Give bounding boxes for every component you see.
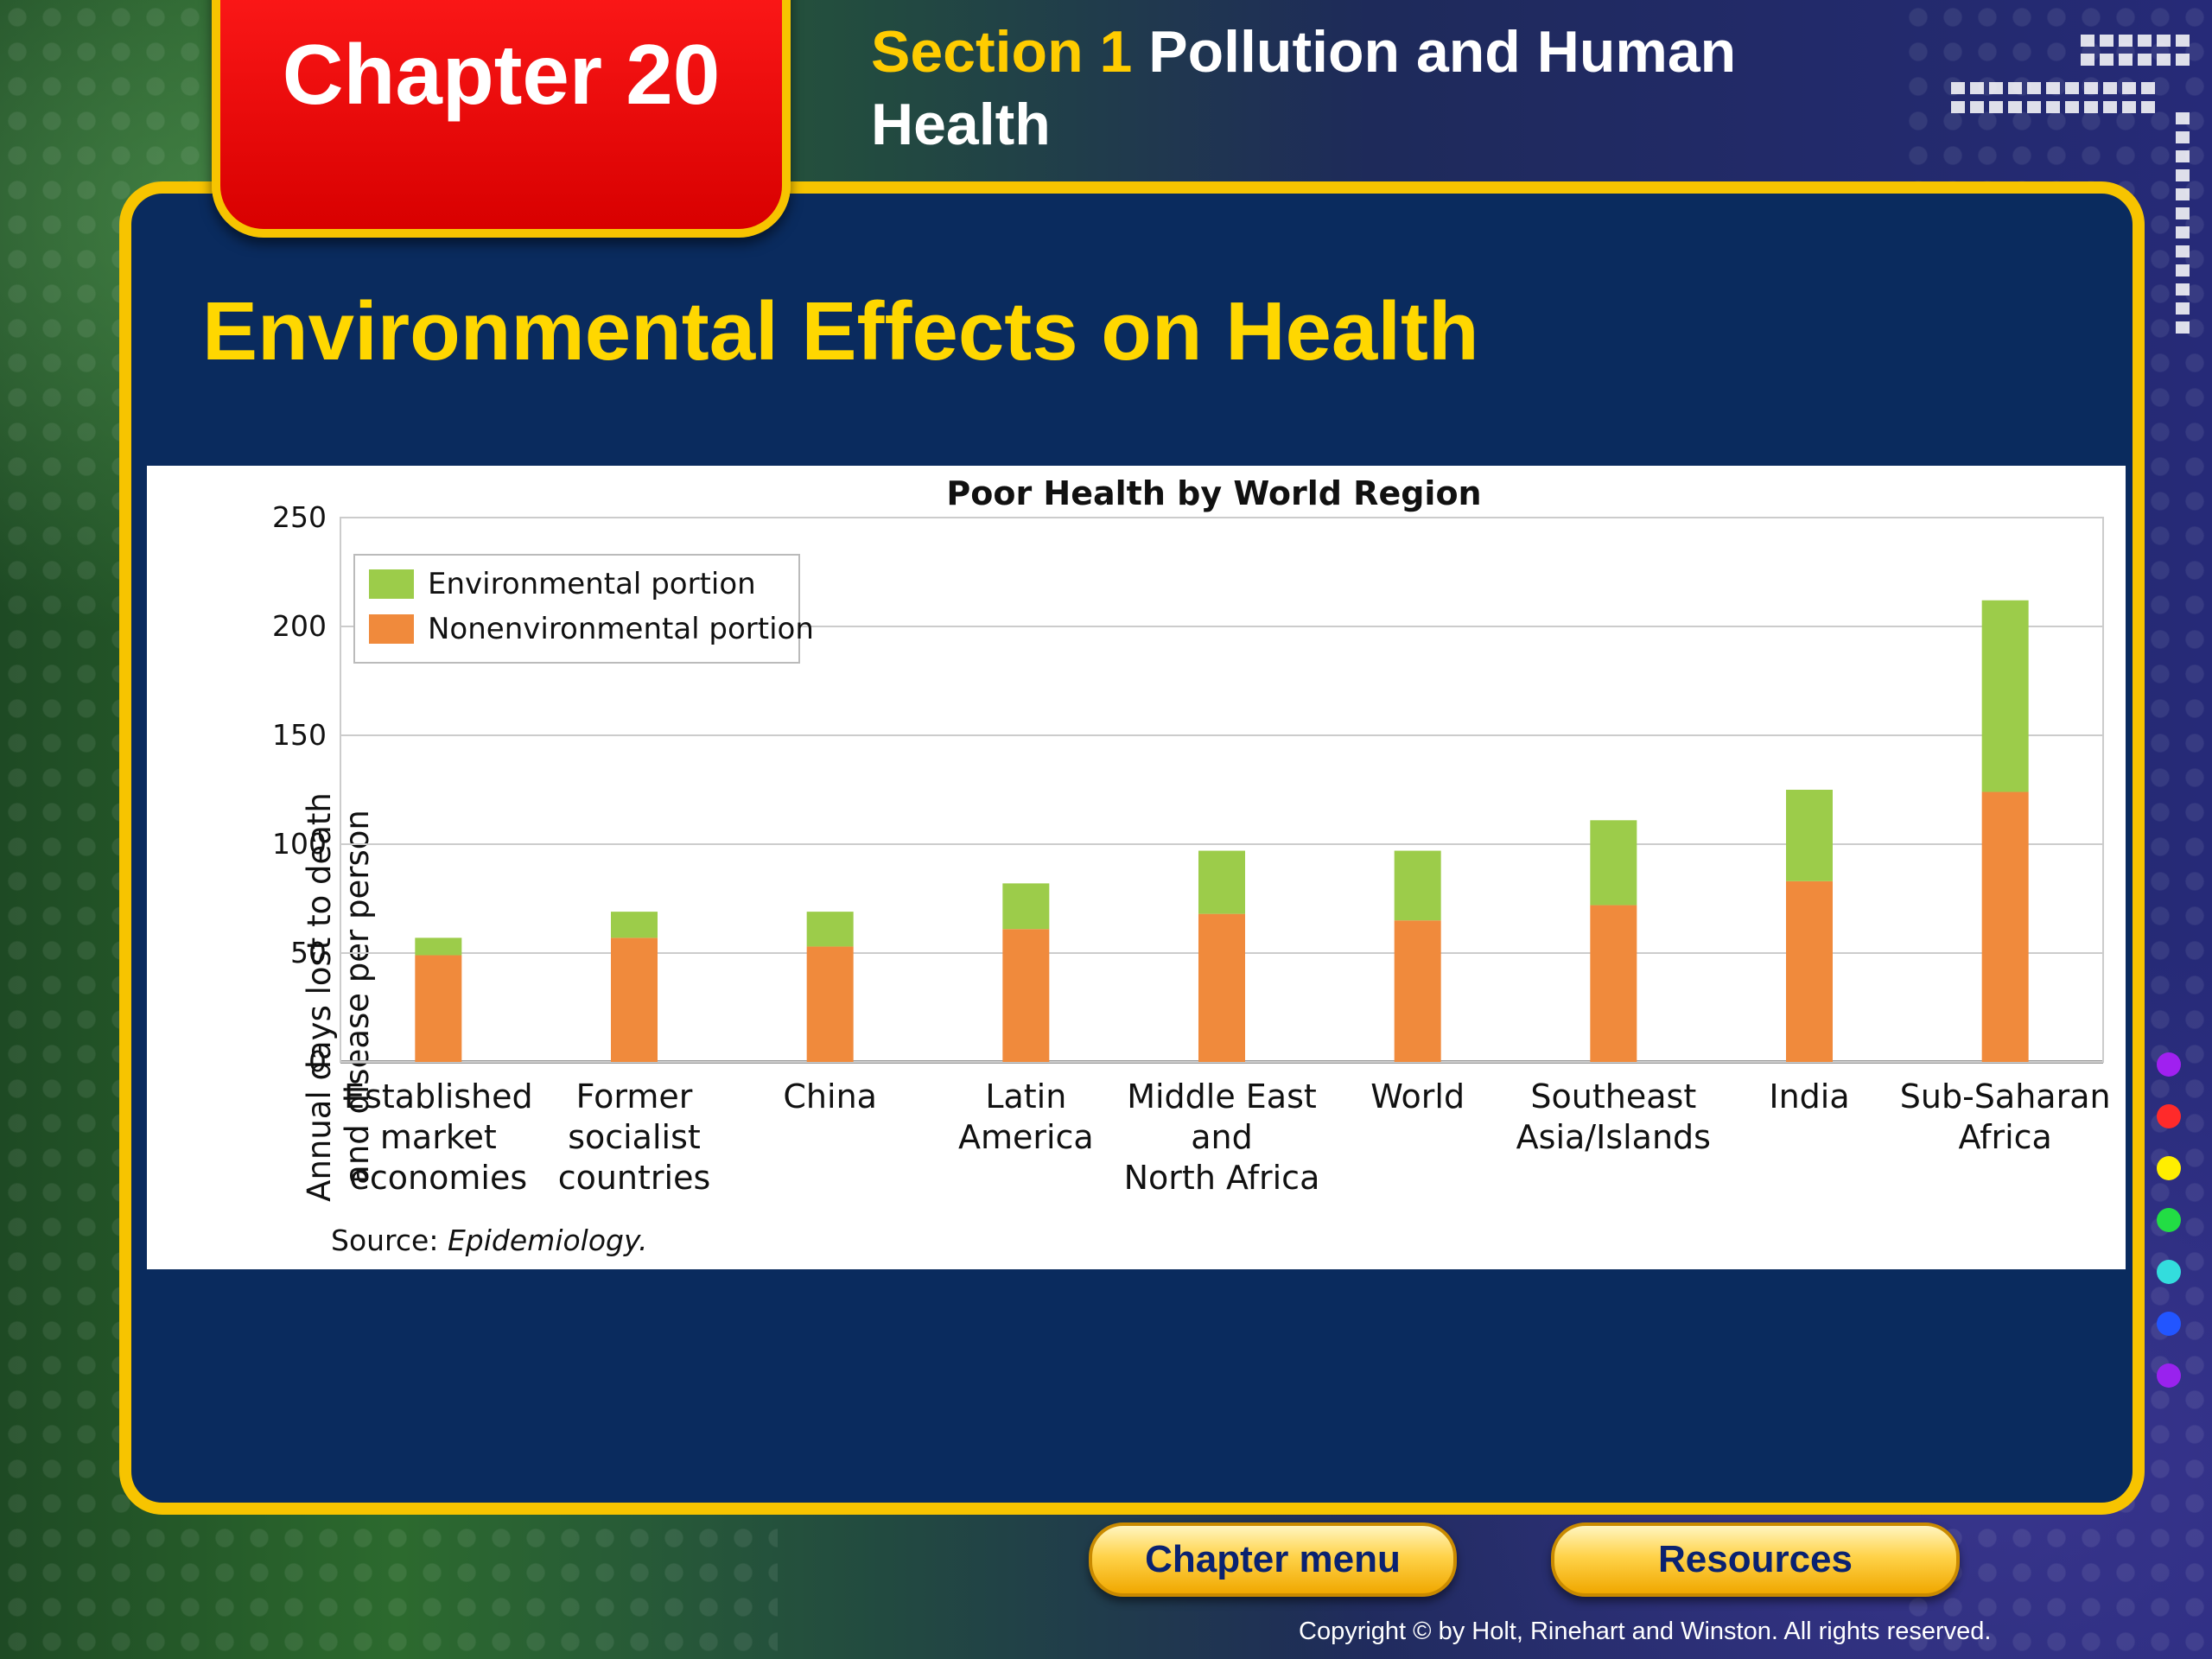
- bar-environmental: [1786, 790, 1833, 881]
- side-dot: [2157, 1312, 2181, 1336]
- x-tick-label-line: Asia/Islands: [1516, 1118, 1711, 1156]
- x-tick-label-line: socialist: [568, 1118, 701, 1156]
- chart-title: Poor Health by World Region: [946, 474, 1481, 512]
- side-dot: [2157, 1104, 2181, 1128]
- side-dot: [2157, 1156, 2181, 1180]
- bar-environmental: [611, 912, 658, 938]
- y-tick-label: 0: [308, 1045, 327, 1078]
- y-tick-label: 50: [290, 936, 327, 969]
- y-tick-label: 250: [272, 500, 327, 534]
- chapter-menu-button[interactable]: Chapter menu: [1089, 1522, 1457, 1597]
- x-tick-label-line: India: [1769, 1077, 1849, 1116]
- bar-environmental: [1981, 600, 2029, 792]
- y-tick-label: 150: [272, 718, 327, 752]
- x-tick-label-line: Sub-Saharan: [1900, 1077, 2111, 1116]
- x-tick-label: World: [1370, 1077, 1465, 1116]
- chapter-tab: Chapter 20: [212, 0, 791, 238]
- legend-swatch-environmental: [369, 569, 414, 599]
- x-tick-label-line: and: [1191, 1118, 1253, 1156]
- x-tick-label-line: World: [1370, 1077, 1465, 1116]
- category-labels: Established market economies Former socialis…: [344, 1077, 2111, 1197]
- slide: Chapter 20 Section 1 Pollution and Human…: [0, 0, 2212, 1659]
- bar-nonenvironmental: [1981, 791, 2029, 1062]
- resources-button[interactable]: Resources: [1551, 1522, 1960, 1597]
- source-prefix: Source:: [331, 1224, 448, 1257]
- bar-nonenvironmental: [415, 955, 462, 1062]
- y-tick-label: 100: [272, 827, 327, 861]
- source-name: Epidemiology.: [448, 1224, 647, 1257]
- legend-label-nonenvironmental: Nonenvironmental portion: [428, 612, 814, 646]
- y-tick-label: 200: [272, 609, 327, 643]
- y-axis-label-line-2: and disease per person: [339, 810, 376, 1185]
- bar-environmental: [415, 938, 462, 956]
- bars: [415, 600, 2029, 1062]
- x-tick-label: Middle East and North Africa: [1124, 1077, 1320, 1197]
- bar-nonenvironmental: [1198, 913, 1245, 1062]
- x-tick-label-line: countries: [558, 1159, 711, 1197]
- x-tick-label-line: economies: [350, 1159, 528, 1197]
- bar-nonenvironmental: [611, 938, 658, 1062]
- bar-environmental: [1394, 850, 1441, 921]
- bar-nonenvironmental: [1786, 880, 1833, 1062]
- x-tick-label-line: Africa: [1958, 1118, 2051, 1156]
- x-tick-label-line: America: [958, 1118, 1094, 1156]
- copyright-notice: Copyright © by Holt, Rinehart and Winsto…: [1299, 1618, 1992, 1645]
- main-panel: Environmental Effects on Health Poor Hea…: [119, 181, 2145, 1515]
- bar-nonenvironmental: [806, 946, 854, 1062]
- x-tick-label-line: Former: [576, 1077, 693, 1116]
- bar-chart: Poor Health by World Region Annual days …: [272, 474, 2111, 1257]
- bar-environmental: [1590, 820, 1637, 906]
- bar-environmental: [806, 912, 854, 947]
- x-tick-label-line: Southeast: [1530, 1077, 1696, 1116]
- legend-label-environmental: Environmental portion: [428, 567, 756, 601]
- x-tick-label-line: China: [783, 1077, 877, 1116]
- x-tick-label: Latin America: [958, 1077, 1094, 1156]
- x-tick-label: Former socialist countries: [558, 1077, 711, 1197]
- bar-environmental: [1198, 850, 1245, 914]
- x-tick-label-line: Latin: [985, 1077, 1066, 1116]
- chart-source: Source: Epidemiology.: [331, 1224, 647, 1257]
- x-tick-label: China: [783, 1077, 877, 1116]
- x-tick-label-line: market: [380, 1118, 497, 1156]
- legend: Environmental portion Nonenvironmental p…: [353, 554, 814, 664]
- x-tick-label: Southeast Asia/Islands: [1516, 1077, 1711, 1156]
- chapter-title: Chapter 20: [282, 27, 721, 122]
- x-tick-label-line: Established: [344, 1077, 533, 1116]
- side-dot: [2157, 1208, 2181, 1232]
- side-dot: [2157, 1052, 2181, 1077]
- section-heading: Section 1 Pollution and Human Health: [871, 16, 1908, 161]
- side-dot: [2157, 1363, 2181, 1388]
- bar-nonenvironmental: [1394, 920, 1441, 1062]
- x-tick-label-line: North Africa: [1124, 1159, 1320, 1197]
- x-tick-label: Sub-Saharan Africa: [1900, 1077, 2111, 1156]
- x-tick-label: India: [1769, 1077, 1849, 1116]
- bar-environmental: [1002, 883, 1050, 930]
- section-label: Section 1: [871, 19, 1133, 85]
- chart-area: Poor Health by World Region Annual days …: [147, 466, 2126, 1269]
- legend-swatch-nonenvironmental: [369, 614, 414, 644]
- bar-nonenvironmental: [1002, 929, 1050, 1062]
- slide-title: Environmental Effects on Health: [202, 285, 1479, 378]
- bar-nonenvironmental: [1590, 905, 1637, 1062]
- x-tick-label-line: Middle East: [1127, 1077, 1317, 1116]
- side-dot: [2157, 1260, 2181, 1284]
